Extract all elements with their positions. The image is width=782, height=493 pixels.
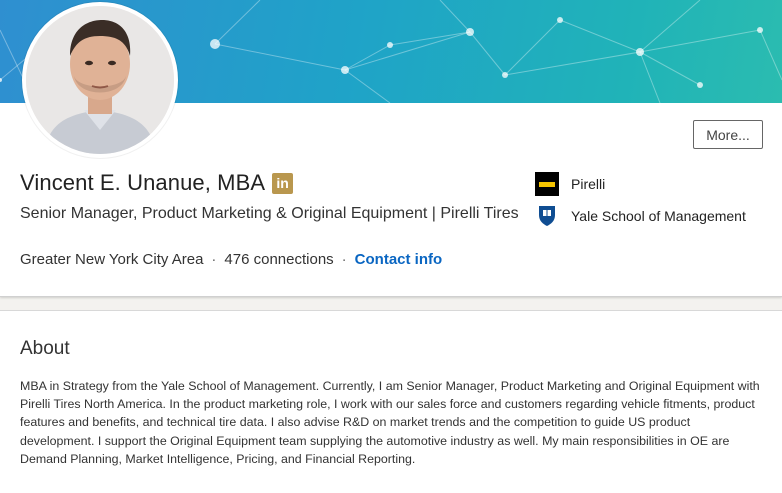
location: Greater New York City Area: [20, 251, 204, 268]
profile-headline: Senior Manager, Product Marketing & Orig…: [20, 205, 519, 222]
profile-name: Vincent E. Unanue, MBA: [20, 170, 266, 195]
contact-info-link[interactable]: Contact info: [355, 251, 443, 268]
profile-photo[interactable]: [22, 2, 178, 158]
company-name: Pirelli: [571, 176, 606, 192]
yale-shield-icon: [535, 204, 559, 228]
current-company[interactable]: Pirelli: [535, 172, 605, 196]
linkedin-premium-badge-icon[interactable]: in: [272, 172, 294, 194]
separator-dot: ·: [211, 251, 217, 268]
pirelli-logo-icon: [535, 172, 559, 196]
profile-meta: Greater New York City Area · 476 connect…: [20, 251, 442, 268]
about-text: MBA in Strategy from the Yale School of …: [20, 379, 760, 466]
name-row: Vincent E. Unanue, MBA in: [20, 170, 294, 196]
avatar-portrait: [26, 6, 174, 154]
profile-card: More... Vincent E. Unanue, MBA in Senior…: [0, 0, 782, 297]
more-button[interactable]: More...: [693, 120, 763, 149]
about-title: About: [20, 338, 70, 359]
about-section: About MBA in Strategy from the Yale Scho…: [0, 310, 782, 493]
separator-dot: ·: [341, 251, 347, 268]
connections-count[interactable]: 476 connections: [224, 251, 333, 268]
school-name: Yale School of Management: [571, 208, 746, 224]
education-school[interactable]: Yale School of Management: [535, 204, 746, 228]
